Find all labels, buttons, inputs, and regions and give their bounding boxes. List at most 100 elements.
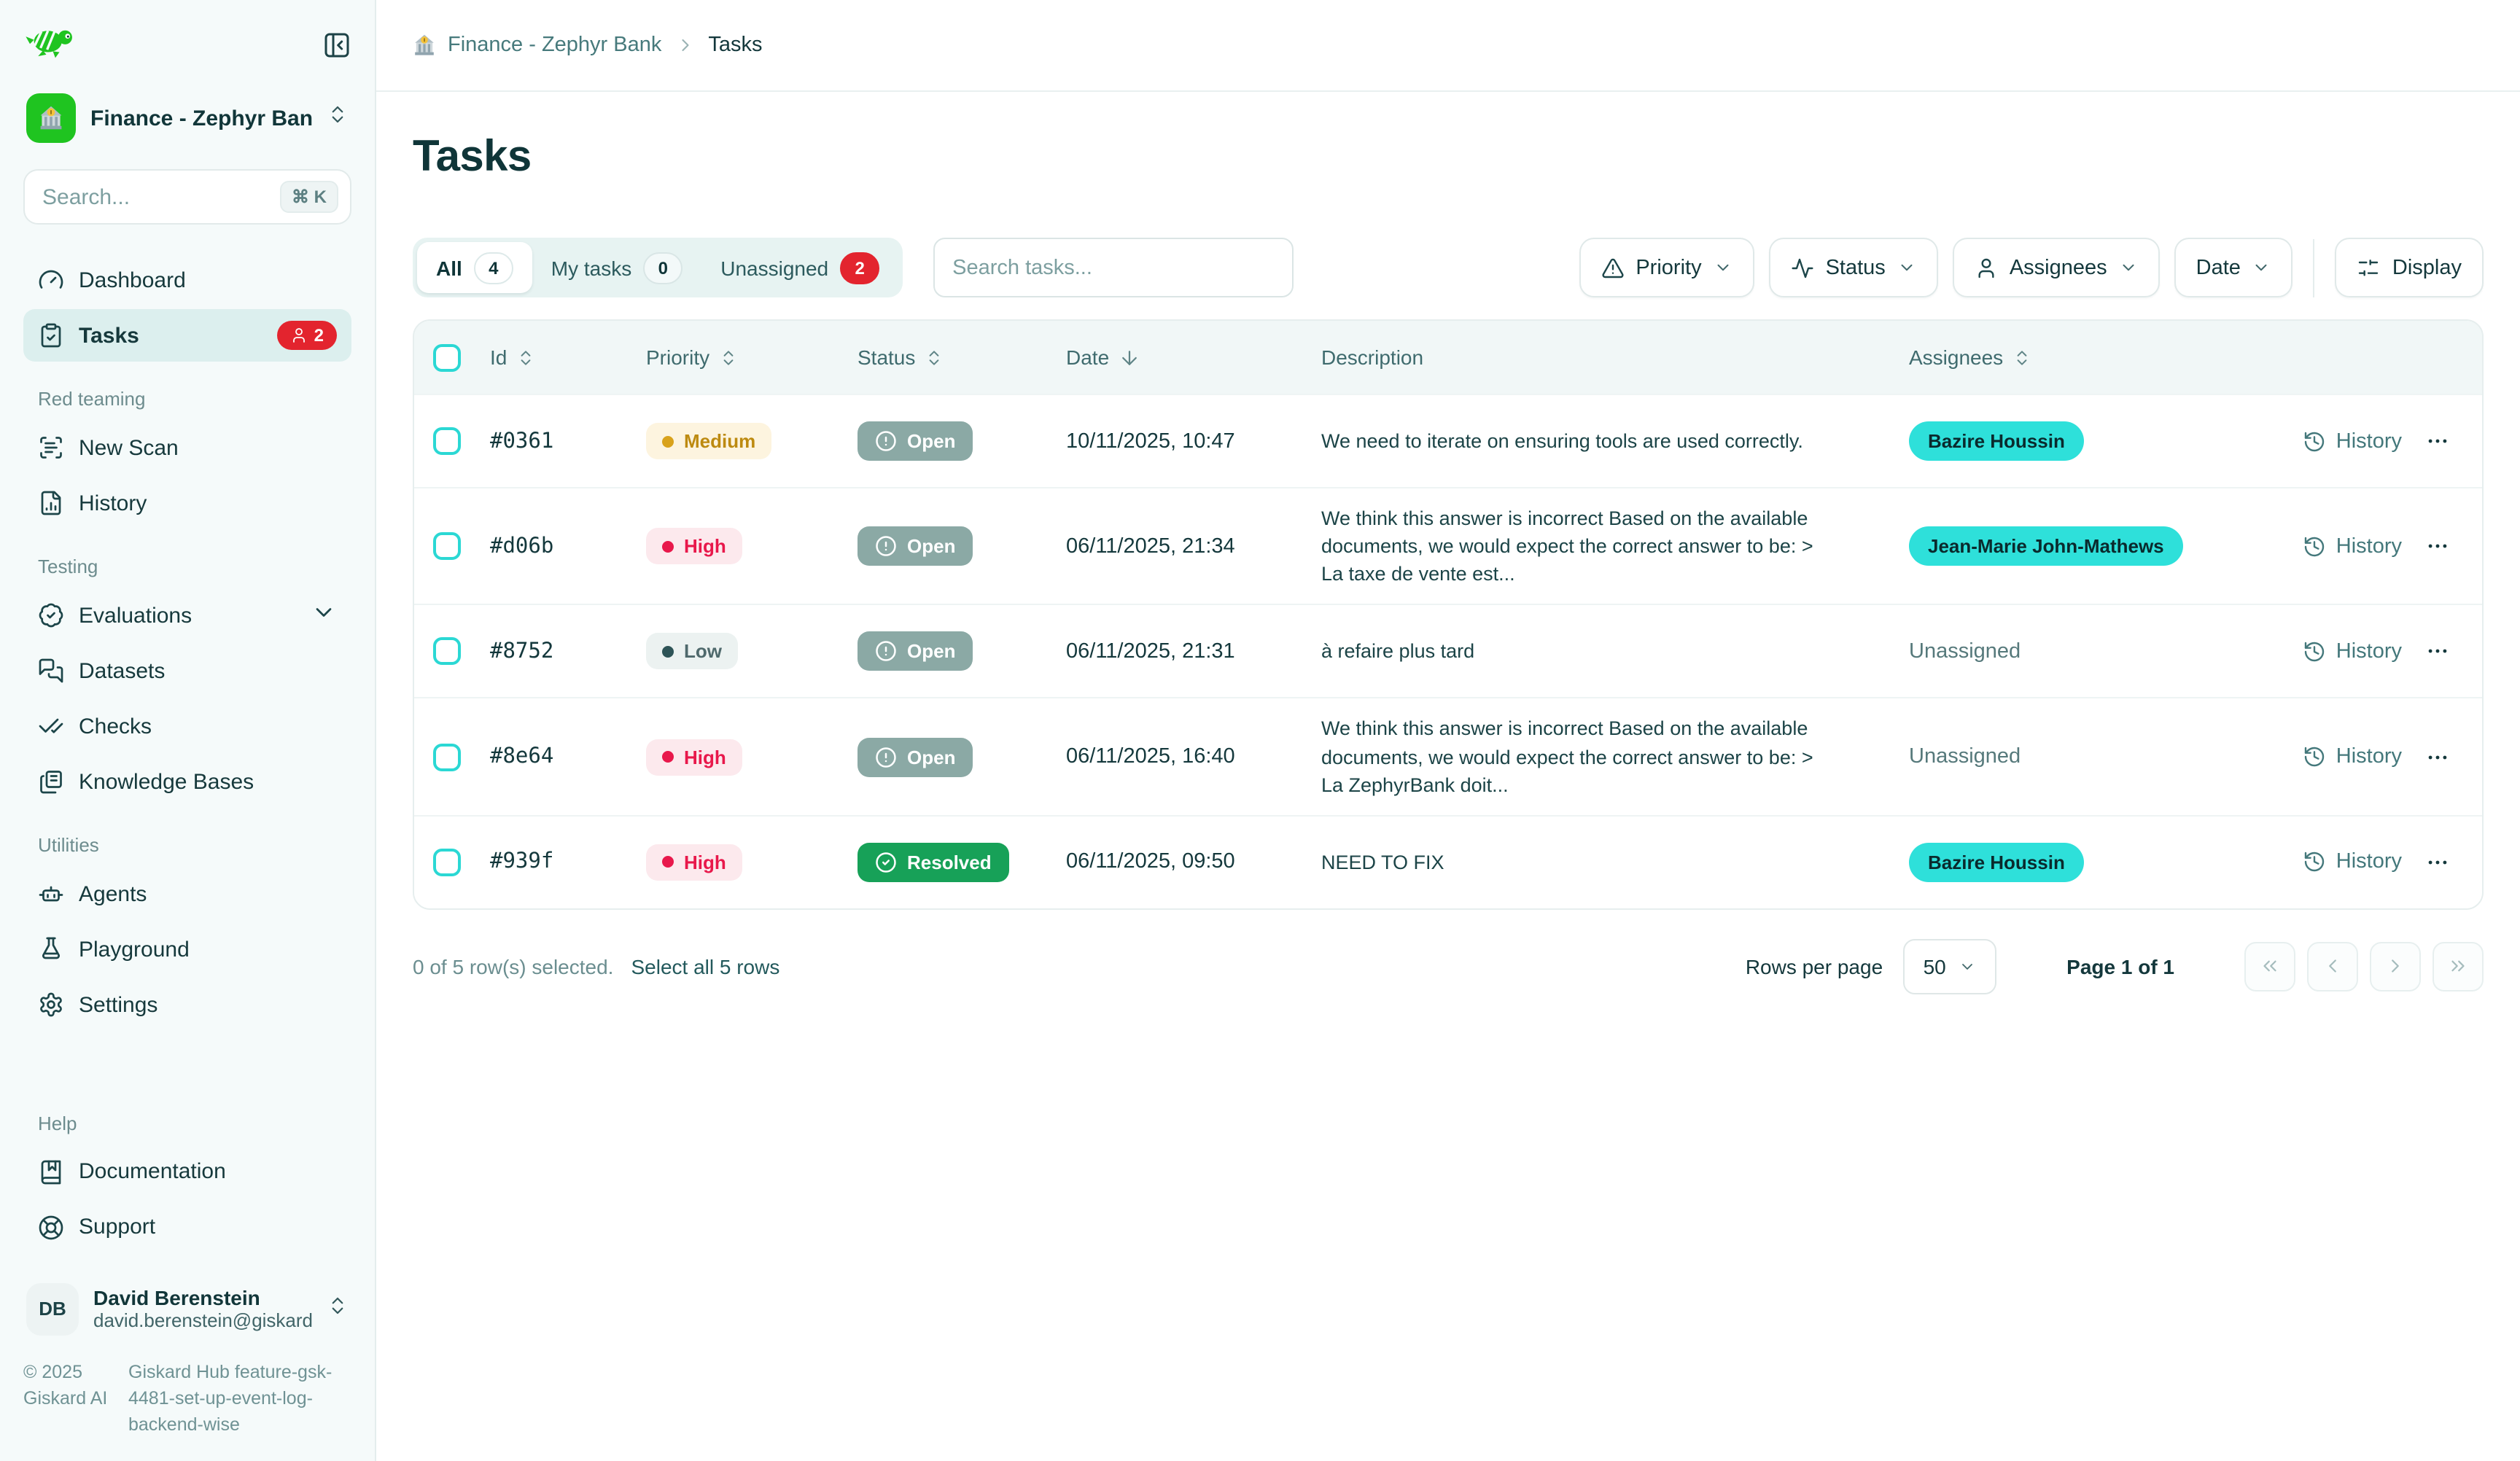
priority-dot xyxy=(662,646,674,658)
assignees-filter-button[interactable]: Assignees xyxy=(1953,238,2160,297)
first-page-button[interactable] xyxy=(2244,942,2295,991)
task-id: #8752 xyxy=(478,640,633,663)
sidebar-item-datasets[interactable]: Datasets xyxy=(23,644,351,697)
status-badge: Resolved xyxy=(858,843,1009,882)
table-row[interactable]: #0361 Medium Open 10/11/2025, 10:47 We n… xyxy=(414,394,2482,487)
history-icon xyxy=(2303,745,2326,768)
task-id: #0361 xyxy=(478,429,633,453)
previous-page-button[interactable] xyxy=(2307,942,2358,991)
sidebar-item-documentation[interactable]: Documentation xyxy=(23,1145,351,1198)
column-header-priority[interactable]: Priority xyxy=(633,346,844,369)
sidebar-item-checks[interactable]: Checks xyxy=(23,700,351,752)
task-description: à refaire plus tard xyxy=(1304,622,1884,682)
history-button[interactable]: History xyxy=(2303,851,2402,874)
ellipsis-icon xyxy=(2425,744,2450,769)
assignee-pill[interactable]: Bazire Houssin xyxy=(1909,843,2084,882)
sidebar-item-tasks[interactable]: Tasks 2 xyxy=(23,309,351,362)
history-button[interactable]: History xyxy=(2303,534,2402,558)
history-icon xyxy=(2303,851,2326,874)
toolbar: All 4 My tasks 0 Unassigned 2 xyxy=(413,238,2484,297)
ellipsis-icon xyxy=(2425,429,2450,453)
date-filter-button[interactable]: Date xyxy=(2174,238,2293,297)
assignee-pill[interactable]: Jean-Marie John-Mathews xyxy=(1909,526,2183,566)
display-button[interactable]: Display xyxy=(2336,238,2484,297)
row-checkbox[interactable] xyxy=(432,638,460,666)
ellipsis-icon xyxy=(2425,850,2450,875)
sidebar-item-dashboard[interactable]: Dashboard xyxy=(23,254,351,306)
sidebar-search-input[interactable] xyxy=(42,184,268,209)
tab-my-tasks[interactable]: My tasks 0 xyxy=(532,242,701,293)
sidebar-item-evaluations[interactable]: Evaluations xyxy=(23,589,351,642)
life-buoy-icon xyxy=(38,1214,64,1240)
sidebar-item-knowledge-bases[interactable]: Knowledge Bases xyxy=(23,755,351,808)
unassigned-label: Unassigned xyxy=(1909,745,2021,768)
sidebar-item-settings[interactable]: Settings xyxy=(23,978,351,1031)
task-date: 06/11/2025, 21:34 xyxy=(1056,534,1304,558)
rows-per-page-select[interactable]: 50 xyxy=(1903,939,1996,994)
column-header-assignees[interactable]: Assignees xyxy=(1884,346,2263,369)
copyright-right: Giskard Hub feature-gsk-4481-set-up-even… xyxy=(128,1358,351,1438)
sidebar-item-support[interactable]: Support xyxy=(23,1201,351,1253)
table-row[interactable]: #8e64 High Open 06/11/2025, 16:40 We thi… xyxy=(414,698,2482,815)
row-checkbox[interactable] xyxy=(432,849,460,876)
priority-filter-button[interactable]: Priority xyxy=(1579,238,1754,297)
status-badge: Open xyxy=(858,421,973,461)
next-page-button[interactable] xyxy=(2370,942,2421,991)
last-page-button[interactable] xyxy=(2432,942,2484,991)
sidebar-item-history[interactable]: History xyxy=(23,477,351,529)
gauge-icon xyxy=(38,267,64,293)
row-menu-button[interactable] xyxy=(2425,534,2450,558)
book-copy-icon xyxy=(38,768,64,795)
sliders-icon xyxy=(2357,256,2381,279)
status-filter-button[interactable]: Status xyxy=(1769,238,1938,297)
clipboard-check-icon xyxy=(38,322,64,348)
workspace-selector[interactable]: Finance - Zephyr Bank xyxy=(23,87,351,149)
page-title: Tasks xyxy=(413,133,2484,182)
task-description: We need to iterate on ensuring tools are… xyxy=(1304,411,1884,471)
chevrons-right-icon xyxy=(2447,956,2469,978)
task-search[interactable] xyxy=(933,238,1294,297)
sidebar-item-agents[interactable]: Agents xyxy=(23,868,351,920)
table-header-row: Id Priority Status Date xyxy=(414,321,2482,394)
history-button[interactable]: History xyxy=(2303,429,2402,453)
circle-alert-icon xyxy=(875,535,897,557)
history-icon xyxy=(2303,640,2326,663)
select-all-rows-button[interactable]: Select all 5 rows xyxy=(631,955,779,978)
select-all-checkbox[interactable] xyxy=(432,343,460,371)
sidebar-item-playground[interactable]: Playground xyxy=(23,923,351,975)
circle-alert-icon xyxy=(875,746,897,768)
tab-all[interactable]: All 4 xyxy=(417,242,532,293)
tab-unassigned[interactable]: Unassigned 2 xyxy=(701,242,898,293)
table-row[interactable]: #d06b High Open 06/11/2025, 21:34 We thi… xyxy=(414,487,2482,604)
task-description: NEED TO FIX xyxy=(1304,833,1884,892)
row-checkbox[interactable] xyxy=(432,427,460,455)
task-date: 06/11/2025, 16:40 xyxy=(1056,745,1304,768)
task-search-input[interactable] xyxy=(952,256,1275,279)
table-row[interactable]: #8752 Low Open 06/11/2025, 21:31 à refai… xyxy=(414,604,2482,698)
column-header-id[interactable]: Id xyxy=(478,346,633,369)
sidebar-collapse-icon[interactable] xyxy=(322,31,351,60)
copyright: © 2025 Giskard AI Giskard Hub feature-gs… xyxy=(23,1358,351,1438)
task-date: 06/11/2025, 09:50 xyxy=(1056,851,1304,874)
row-checkbox[interactable] xyxy=(432,743,460,771)
sidebar-header xyxy=(23,20,351,70)
row-menu-button[interactable] xyxy=(2425,639,2450,664)
row-menu-button[interactable] xyxy=(2425,429,2450,453)
badge-check-icon xyxy=(38,602,64,628)
assignee-pill[interactable]: Bazire Houssin xyxy=(1909,421,2084,461)
sidebar-item-new-scan[interactable]: New Scan xyxy=(23,421,351,474)
user-icon xyxy=(1975,256,1998,279)
sidebar-nav: Dashboard Tasks 2 Red teaming New Scan H… xyxy=(23,254,351,1034)
history-button[interactable]: History xyxy=(2303,745,2402,768)
history-button[interactable]: History xyxy=(2303,640,2402,663)
sidebar-search[interactable]: ⌘ K xyxy=(23,169,351,225)
breadcrumb-workspace-link[interactable]: Finance - Zephyr Bank xyxy=(413,34,661,57)
row-menu-button[interactable] xyxy=(2425,744,2450,769)
user-menu[interactable]: DB David Berenstein david.berenstein@gis… xyxy=(23,1279,351,1338)
table-row[interactable]: #939f High Resolved 06/11/2025, 09:50 NE… xyxy=(414,815,2482,908)
row-menu-button[interactable] xyxy=(2425,850,2450,875)
column-header-status[interactable]: Status xyxy=(844,346,1056,369)
column-header-date[interactable]: Date xyxy=(1056,346,1304,369)
priority-dot xyxy=(662,857,674,868)
row-checkbox[interactable] xyxy=(432,532,460,560)
